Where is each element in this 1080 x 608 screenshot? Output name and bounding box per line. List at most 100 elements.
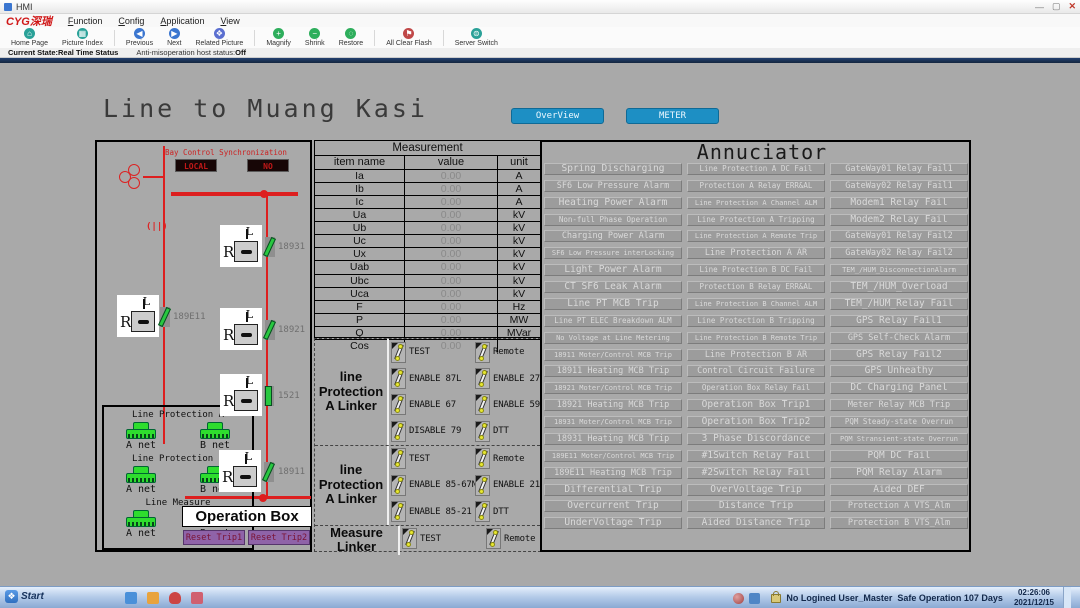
measurement-value: 0.00 bbox=[405, 183, 498, 195]
previous-button[interactable]: ◀Previous bbox=[119, 28, 160, 48]
linker-switch-label: DISABLE 79 bbox=[409, 426, 461, 436]
menu-view[interactable]: View bbox=[220, 16, 239, 26]
disconnector-state-icon[interactable] bbox=[265, 320, 275, 340]
teeth bbox=[128, 434, 154, 438]
linker-switch-test[interactable]: TEST bbox=[389, 342, 473, 363]
breaker-label: 18921 bbox=[278, 325, 305, 335]
d1 bbox=[482, 477, 487, 482]
transformer-icon bbox=[119, 164, 145, 191]
linker-switch-disable-79[interactable]: DISABLE 79 bbox=[389, 421, 473, 442]
linker-section-label: line Protection A Linker bbox=[315, 446, 389, 525]
annunciator-tile: 18931 Moter/Control MCB Trip bbox=[544, 416, 682, 428]
annunciator-tile: GateWay01 Relay Fail1 bbox=[830, 163, 968, 175]
bay-control-sync-label: Bay Control Synchronization bbox=[165, 148, 287, 157]
measurement-unit: kV bbox=[498, 235, 540, 247]
overview-button[interactable]: OverView bbox=[511, 108, 604, 124]
reset-trip2-button[interactable]: Reset Trip2 bbox=[248, 530, 310, 545]
measurement-row: F0.00Hz bbox=[315, 301, 540, 314]
measurement-row: Ux0.00kV bbox=[315, 248, 540, 261]
linker-rows: TESTRemoteENABLE 85-67NENABLE 21ENABLE 8… bbox=[389, 446, 540, 525]
linker-switch-enable-85-21[interactable]: ENABLE 85-21 bbox=[389, 501, 473, 522]
d2 bbox=[395, 382, 400, 387]
bkr-pill bbox=[138, 320, 149, 324]
breaker-1521[interactable]: LR bbox=[220, 374, 262, 416]
bkr-stem bbox=[245, 454, 247, 464]
linker-switch-remote[interactable]: Remote bbox=[473, 342, 540, 363]
single-line-diagram-panel: Bay Control Synchronization LOCAL NO (||… bbox=[95, 140, 312, 552]
linker-switch-enable-67[interactable]: ENABLE 67 bbox=[389, 394, 473, 415]
bar bbox=[262, 462, 275, 482]
quicklaunch-icon-3[interactable] bbox=[169, 592, 181, 604]
next-button[interactable]: ▶Next bbox=[160, 28, 188, 48]
annunciator-tile: Line Protection B Remote Trip bbox=[687, 332, 825, 344]
measurement-unit: kV bbox=[498, 222, 540, 234]
linker-switch-dtt[interactable]: DTT bbox=[473, 501, 540, 522]
magnify-button[interactable]: +Magnify bbox=[259, 28, 298, 48]
measurement-unit: MVar bbox=[498, 327, 540, 339]
network-group: Line Protection AA netB net bbox=[104, 410, 252, 451]
measurement-value: 0.00 bbox=[405, 301, 498, 313]
disconnector-state-icon[interactable] bbox=[265, 237, 275, 257]
home-button[interactable]: ⌂Home Page bbox=[4, 28, 55, 48]
d2 bbox=[479, 515, 484, 520]
linker-rows: TESTRemote bbox=[400, 526, 540, 555]
teeth bbox=[128, 478, 154, 482]
quicklaunch-icon-1[interactable] bbox=[125, 592, 137, 604]
minimize-button[interactable]: — bbox=[1035, 2, 1044, 12]
tray-time: 02:26:06 bbox=[1014, 588, 1054, 598]
disconnector-state-icon[interactable] bbox=[264, 386, 274, 406]
linker-switch-enable-59[interactable]: ENABLE 59 bbox=[473, 394, 540, 415]
related-picture-button[interactable]: ❖Related Picture bbox=[188, 28, 250, 48]
d1 bbox=[398, 423, 403, 428]
measurement-unit: kV bbox=[498, 261, 540, 273]
linker-switch-remote[interactable]: Remote bbox=[484, 528, 540, 549]
measurement-row: Ib0.00A bbox=[315, 183, 540, 196]
start-button[interactable]: ❖ Start bbox=[5, 590, 44, 603]
measurement-unit: kV bbox=[498, 209, 540, 221]
linker-switch-enable-85-67n[interactable]: ENABLE 85-67N bbox=[389, 475, 473, 496]
menu-function[interactable]: Function bbox=[68, 16, 103, 26]
bar bbox=[263, 320, 276, 340]
reset-trip1-button[interactable]: Reset Trip1 bbox=[183, 530, 245, 545]
show-desktop-button[interactable] bbox=[1063, 587, 1071, 608]
maximize-button[interactable]: ▢ bbox=[1052, 1, 1061, 12]
measurement-item-name: Uc bbox=[315, 235, 405, 247]
shrink-button[interactable]: −Shrink bbox=[298, 28, 332, 48]
toolbar-button-label: Magnify bbox=[266, 40, 291, 47]
linker-switch-test[interactable]: TEST bbox=[389, 448, 473, 469]
linker-switch-enable-21[interactable]: ENABLE 21 bbox=[473, 475, 540, 496]
toolbar-separator bbox=[443, 30, 444, 46]
menu-application[interactable]: Application bbox=[160, 16, 204, 26]
linker-switch-enable-87l[interactable]: ENABLE 87L bbox=[389, 368, 473, 389]
breaker-189E11[interactable]: LR bbox=[117, 295, 159, 337]
quicklaunch-icon-4[interactable] bbox=[191, 592, 203, 604]
picture-index-button[interactable]: ▦Picture Index bbox=[55, 28, 110, 48]
restore-button[interactable]: ◌Restore bbox=[332, 28, 371, 48]
disconnector-state-icon[interactable] bbox=[264, 462, 274, 482]
current-state-value: Real Time Status bbox=[58, 48, 118, 57]
server-switch-button[interactable]: ⊜Server Switch bbox=[448, 28, 505, 48]
measurement-unit: kV bbox=[498, 288, 540, 300]
breaker-18931[interactable]: LR bbox=[220, 225, 262, 267]
tray-app-icon-1[interactable] bbox=[733, 593, 744, 604]
annunciator-tile: Protection A VTS_Alm bbox=[830, 500, 968, 512]
linker-rows: TESTRemoteENABLE 87LENABLE 27ENABLE 67EN… bbox=[389, 339, 540, 445]
menu-config[interactable]: Config bbox=[118, 16, 144, 26]
linker-switch-remote[interactable]: Remote bbox=[473, 448, 540, 469]
measurement-value: 0.00 bbox=[405, 261, 498, 273]
close-button[interactable]: ✕ bbox=[1068, 1, 1076, 12]
linker-switch-dtt[interactable]: DTT bbox=[473, 421, 540, 442]
all-clear-flash-button[interactable]: ⚑All Clear Flash bbox=[379, 28, 439, 48]
breaker-18921[interactable]: LR bbox=[220, 308, 262, 350]
meter-button[interactable]: METER bbox=[626, 108, 719, 124]
breaker-18911[interactable]: LR bbox=[219, 450, 261, 492]
quicklaunch-icon-2[interactable] bbox=[147, 592, 159, 604]
lock-icon bbox=[771, 594, 781, 603]
linker-switch-enable-27[interactable]: ENABLE 27 bbox=[473, 368, 540, 389]
linker-row: DISABLE 79 DTT bbox=[389, 418, 540, 444]
breaker-r-label: R bbox=[223, 326, 234, 344]
annunciator-tile: Aided Distance Trip bbox=[687, 517, 825, 529]
tray-app-icon-2[interactable] bbox=[749, 593, 760, 604]
disconnector-state-icon[interactable] bbox=[160, 307, 170, 327]
linker-switch-test[interactable]: TEST bbox=[400, 528, 484, 549]
